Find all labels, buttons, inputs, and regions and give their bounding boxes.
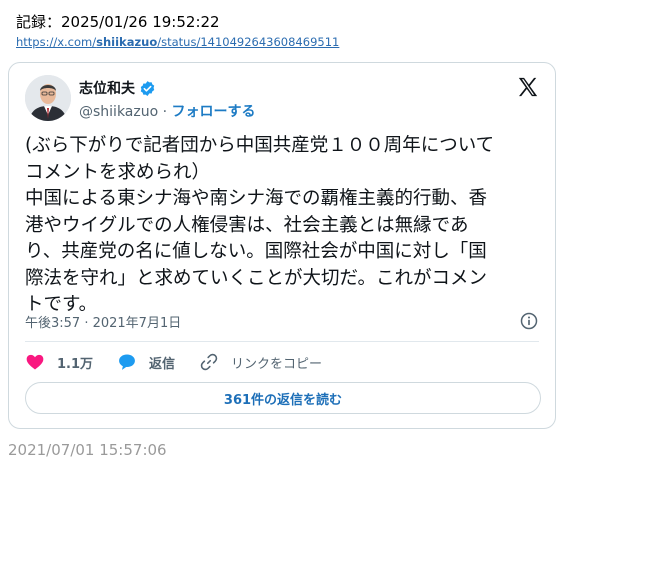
- follow-button[interactable]: フォローする: [172, 104, 256, 120]
- tweet-card: 志位和夫 @shiikazuo · フォローする (ぶら下がりで記者団から中国共…: [8, 62, 556, 429]
- divider: [25, 341, 539, 342]
- x-logo-icon[interactable]: [517, 76, 539, 98]
- action-bar: 1.1万 返信 リンクをコピー: [25, 351, 346, 373]
- reply-bubble-icon: [119, 354, 135, 370]
- like-button[interactable]: 1.1万: [25, 352, 93, 372]
- copy-link-button[interactable]: リンクをコピー: [199, 352, 322, 372]
- capture-timestamp: 2021/07/01 15:57:06: [8, 441, 167, 459]
- url-user: shiikazuo: [96, 35, 158, 49]
- like-count: 1.1万: [57, 356, 94, 372]
- handle-separator: ·: [158, 104, 172, 120]
- tweet-text: (ぶら下がりで記者団から中国共産党１００周年について コメントを求められ） 中国…: [25, 135, 495, 315]
- source-url-link[interactable]: https://x.com/shiikazuo/status/141049264…: [16, 35, 339, 49]
- tweet-timestamp[interactable]: 午後3:57 · 2021年7月1日: [25, 312, 181, 331]
- link-icon: [200, 353, 218, 371]
- avatar[interactable]: [25, 75, 71, 121]
- author-name-row[interactable]: 志位和夫: [79, 78, 156, 98]
- author-handle[interactable]: @shiikazuo: [79, 104, 158, 120]
- author-name[interactable]: 志位和夫: [79, 78, 135, 98]
- read-replies-button[interactable]: 361件の返信を読む: [25, 382, 541, 414]
- reply-button[interactable]: 返信: [117, 352, 175, 372]
- verified-badge-icon: [140, 80, 155, 96]
- url-suffix: /status/1410492643608469511: [157, 35, 340, 49]
- info-icon[interactable]: [519, 311, 539, 331]
- handle-row: @shiikazuo · フォローする: [79, 101, 256, 121]
- copy-link-label: リンクをコピー: [231, 356, 323, 372]
- reply-label: 返信: [149, 356, 176, 372]
- record-timestamp: 記録：2025/01/26 19:52:22: [16, 13, 220, 31]
- heart-icon: [26, 354, 44, 370]
- url-prefix: https://x.com/: [16, 35, 97, 49]
